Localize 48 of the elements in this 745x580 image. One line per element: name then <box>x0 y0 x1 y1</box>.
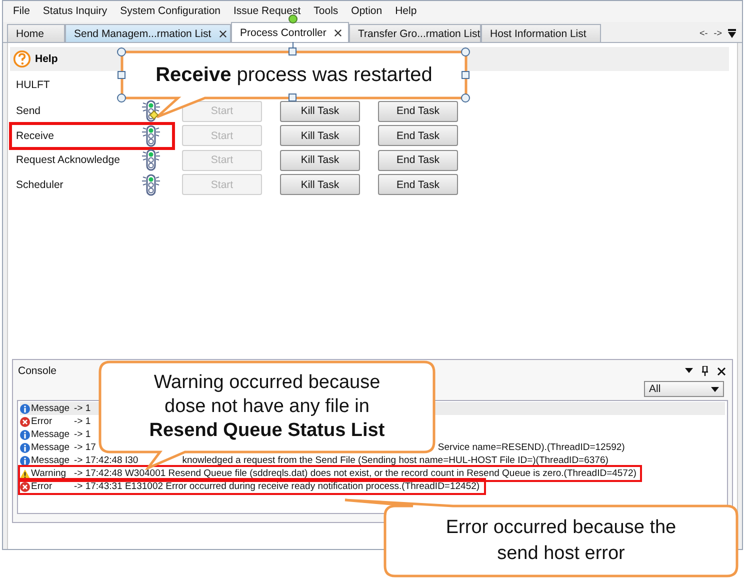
tab-scroll-button[interactable]: -> <box>714 28 722 38</box>
panel-title: Console <box>18 365 57 377</box>
end-task-button[interactable]: End Task <box>378 150 458 171</box>
tab[interactable]: Send Managem...rmation List <box>65 24 231 42</box>
tab[interactable]: Process Controller <box>231 22 349 42</box>
process-label: Receive <box>12 124 172 147</box>
log-text: -> 17:42:48 W304001 Resend Queue file (sddreqls.dat) does not exist, or the record count in Resend Queue is zero.(ThreadID=4572) <box>74 468 636 479</box>
tab[interactable]: Host Information List <box>481 24 601 42</box>
log-type: Message <box>31 403 71 414</box>
menu-item[interactable]: Tools <box>314 5 338 18</box>
log-type: Error <box>31 481 54 492</box>
log-text: Service name=RESEND).(ThreadID=12592) <box>438 442 625 453</box>
end-task-button[interactable]: End Task <box>378 174 458 196</box>
log-text: -> 17:43:31 E131002 Error occurred during receive ready notification process.(ThreadID=12452) <box>74 481 480 492</box>
group-label: HULFT <box>16 79 51 93</box>
log-text: -> 17:42:48 I30 <box>74 455 138 466</box>
end-task-button[interactable]: End Task <box>378 100 458 122</box>
filter-dropdown[interactable]: All <box>644 381 724 397</box>
menu-item[interactable]: Option <box>351 5 382 18</box>
menu-item[interactable]: Help <box>395 5 417 18</box>
log-text: -> 1 <box>74 429 91 440</box>
menu-item[interactable]: File <box>13 5 30 18</box>
menu-item[interactable]: Issue Request <box>234 5 301 18</box>
end-task-button[interactable]: End Task <box>378 125 458 146</box>
menu-item[interactable]: System Configuration <box>120 5 221 18</box>
callout-text: Receive process was restarted <box>156 64 432 86</box>
process-label: Request Acknowledge <box>12 149 172 172</box>
help-button[interactable]: Help <box>10 50 61 68</box>
kill-task-button[interactable]: Kill Task <box>280 150 360 171</box>
log-type: Warning <box>31 468 68 479</box>
process-label: Scheduler <box>12 174 172 196</box>
log-text: -> 17 <box>74 442 96 453</box>
tab-scroll-button[interactable]: <- <box>699 28 708 38</box>
log-type: Error <box>31 416 54 427</box>
tab[interactable]: Home <box>7 24 65 42</box>
log-text: knowledged a request from the Send File (Sending host name=HUL-HOST File ID=)(ThreadID=6376) <box>182 455 608 466</box>
callout-text: Warning occurred because dose not have any file in Resend Queue Status List <box>148 371 386 443</box>
log-text: -> 1 <box>74 403 91 414</box>
kill-task-button[interactable]: Kill Task <box>280 174 360 196</box>
log-text: -> 1 <box>74 416 91 427</box>
kill-task-button[interactable]: Kill Task <box>280 125 360 146</box>
tab[interactable]: Transfer Gro...rmation List <box>349 24 481 42</box>
callout-text: Error occurred because the send host error <box>444 516 678 566</box>
menu-item[interactable]: Status Inquiry <box>42 5 108 18</box>
log-type: Message <box>31 429 71 440</box>
kill-task-button[interactable]: Kill Task <box>280 100 360 122</box>
log-type: Message <box>31 455 71 466</box>
log-type: Message <box>31 442 71 453</box>
